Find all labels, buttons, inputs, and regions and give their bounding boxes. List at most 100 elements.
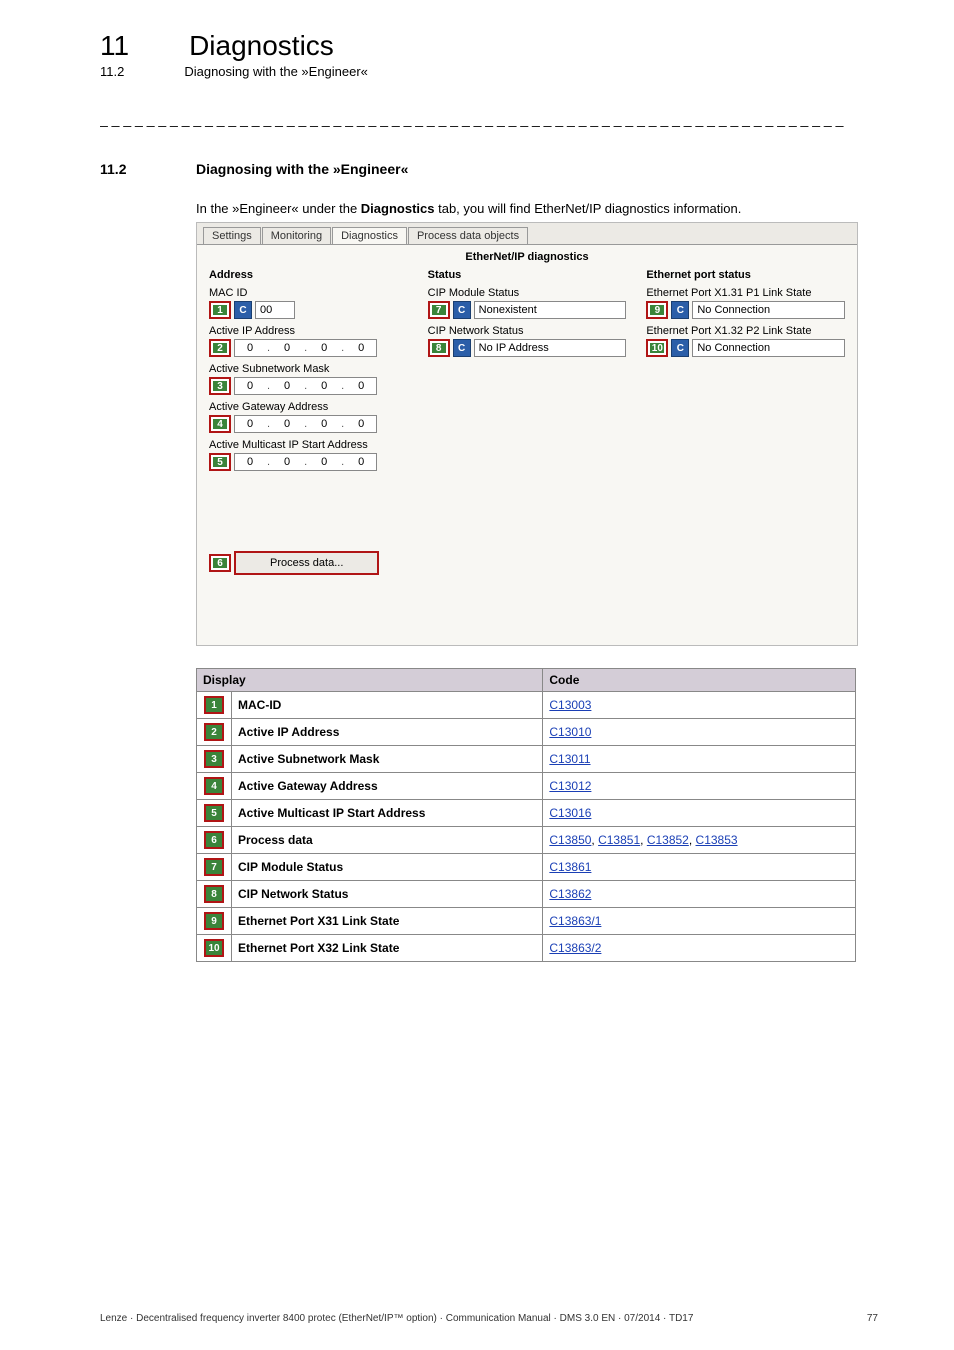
chapter-number: 11 xyxy=(100,30,129,62)
code-link[interactable]: C13016 xyxy=(549,806,591,820)
code-badge-icon[interactable]: C xyxy=(671,339,689,357)
table-row: 9Ethernet Port X31 Link StateC13863/1 xyxy=(197,908,856,935)
row-display: CIP Module Status xyxy=(232,854,543,881)
callout-9: 9 xyxy=(646,301,668,319)
active-multicast-label: Active Multicast IP Start Address xyxy=(209,439,408,451)
callout-4: 4 xyxy=(209,415,231,433)
callout-10: 10 xyxy=(646,339,668,357)
panel-title: EtherNet/IP diagnostics xyxy=(209,251,845,263)
address-header: Address xyxy=(209,269,408,281)
active-ip-value: 0. 0. 0. 0 xyxy=(234,339,377,357)
row-callout-cell: 6 xyxy=(197,827,232,854)
intro-bold: Diagnostics xyxy=(361,201,435,216)
th-display: Display xyxy=(197,669,543,692)
row-callout-cell: 3 xyxy=(197,746,232,773)
page-number: 77 xyxy=(867,1313,878,1324)
port-x31-value: No Connection xyxy=(692,301,845,319)
code-badge-icon[interactable]: C xyxy=(671,301,689,319)
row-display: Ethernet Port X31 Link State xyxy=(232,908,543,935)
port-x32-label: Ethernet Port X1.32 P2 Link State xyxy=(646,325,845,337)
row-callout-cell: 8 xyxy=(197,881,232,908)
row-callout-cell: 7 xyxy=(197,854,232,881)
address-column: Address MAC ID 1 C 00 Active IP Address … xyxy=(209,269,408,575)
row-display: Active Gateway Address xyxy=(232,773,543,800)
cip-module-label: CIP Module Status xyxy=(428,287,627,299)
code-badge-icon[interactable]: C xyxy=(453,339,471,357)
code-link[interactable]: C13862 xyxy=(549,887,591,901)
tab-diagnostics[interactable]: Diagnostics xyxy=(332,227,407,244)
active-subnet-label: Active Subnetwork Mask xyxy=(209,363,408,375)
row-display: CIP Network Status xyxy=(232,881,543,908)
section-name: Diagnosing with the »Engineer« xyxy=(184,64,368,79)
row-callout-cell: 10 xyxy=(197,935,232,962)
code-link[interactable]: C13861 xyxy=(549,860,591,874)
table-row: 10 Ethernet Port X32 Link State C13863/2 xyxy=(197,935,856,962)
row-callout: 3 xyxy=(204,750,224,768)
table-row: 8CIP Network Status C13862 xyxy=(197,881,856,908)
code-link[interactable]: C13853 xyxy=(696,833,738,847)
row-code: C13861 xyxy=(543,854,856,881)
row-callout-cell: 2 xyxy=(197,719,232,746)
callout-3: 3 xyxy=(209,377,231,395)
tab-bar: Settings Monitoring Diagnostics Process … xyxy=(197,223,857,244)
table-row: 5Active Multicast IP Start Address C13016 xyxy=(197,800,856,827)
active-subnet-value: 0. 0. 0. 0 xyxy=(234,377,377,395)
code-link[interactable]: C13003 xyxy=(549,698,591,712)
row-code: C13863/2 xyxy=(543,935,856,962)
row-code: C13016 xyxy=(543,800,856,827)
callout-7: 7 xyxy=(428,301,450,319)
row-code: C13012 xyxy=(543,773,856,800)
status-column: Status CIP Module Status 7 C Nonexistent… xyxy=(428,269,627,575)
row-callout: 1 xyxy=(204,696,224,714)
callout-2: 2 xyxy=(209,339,231,357)
code-link[interactable]: C13852 xyxy=(647,833,689,847)
row-code: C13863/1 xyxy=(543,908,856,935)
mac-id-value: 00 xyxy=(255,301,295,319)
status-header: Status xyxy=(428,269,627,281)
row-display: Active Multicast IP Start Address xyxy=(232,800,543,827)
code-link[interactable]: C13010 xyxy=(549,725,591,739)
row-callout-cell: 4 xyxy=(197,773,232,800)
callout-1: 1 xyxy=(209,301,231,319)
codes-table: Display Code 1MAC-IDC130032Active IP Add… xyxy=(196,668,856,962)
row-callout: 2 xyxy=(204,723,224,741)
cip-network-value: No IP Address xyxy=(474,339,627,357)
code-link[interactable]: C13012 xyxy=(549,779,591,793)
row-code: C13850, C13851, C13852, C13853 xyxy=(543,827,856,854)
ethernet-port-column: Ethernet port status Ethernet Port X1.31… xyxy=(646,269,845,575)
section-number: 11.2 xyxy=(100,64,124,79)
table-row: 7 CIP Module Status C13861 xyxy=(197,854,856,881)
active-gateway-label: Active Gateway Address xyxy=(209,401,408,413)
row-display: Process data xyxy=(232,827,543,854)
port-x31-label: Ethernet Port X1.31 P1 Link State xyxy=(646,287,845,299)
cip-module-value: Nonexistent xyxy=(474,301,627,319)
row-callout: 4 xyxy=(204,777,224,795)
row-display: Active Subnetwork Mask xyxy=(232,746,543,773)
row-callout: 10 xyxy=(204,939,224,957)
tab-monitoring[interactable]: Monitoring xyxy=(262,227,331,244)
row-callout-cell: 5 xyxy=(197,800,232,827)
table-row: 4 Active Gateway Address C13012 xyxy=(197,773,856,800)
table-row: 6 Process dataC13850, C13851, C13852, C13… xyxy=(197,827,856,854)
port-x32-value: No Connection xyxy=(692,339,845,357)
code-link[interactable]: C13850 xyxy=(549,833,591,847)
tab-settings[interactable]: Settings xyxy=(203,227,261,244)
intro-paragraph: In the »Engineer« under the Diagnostics … xyxy=(196,201,878,216)
row-callout: 7 xyxy=(204,858,224,876)
row-display: MAC-ID xyxy=(232,692,543,719)
ethernet-port-header: Ethernet port status xyxy=(646,269,845,281)
row-callout: 6 xyxy=(204,831,224,849)
row-display: Ethernet Port X32 Link State xyxy=(232,935,543,962)
active-gateway-value: 0. 0. 0. 0 xyxy=(234,415,377,433)
row-code: C13003 xyxy=(543,692,856,719)
code-link[interactable]: C13863/1 xyxy=(549,914,601,928)
code-link[interactable]: C13851 xyxy=(598,833,640,847)
process-data-button[interactable]: Process data... xyxy=(234,551,379,575)
tab-process-data-objects[interactable]: Process data objects xyxy=(408,227,528,244)
code-link[interactable]: C13863/2 xyxy=(549,941,601,955)
code-badge-icon[interactable]: C xyxy=(234,301,252,319)
active-multicast-value: 0. 0. 0. 0 xyxy=(234,453,377,471)
heading-number: 11.2 xyxy=(100,161,136,177)
code-link[interactable]: C13011 xyxy=(549,752,590,766)
code-badge-icon[interactable]: C xyxy=(453,301,471,319)
